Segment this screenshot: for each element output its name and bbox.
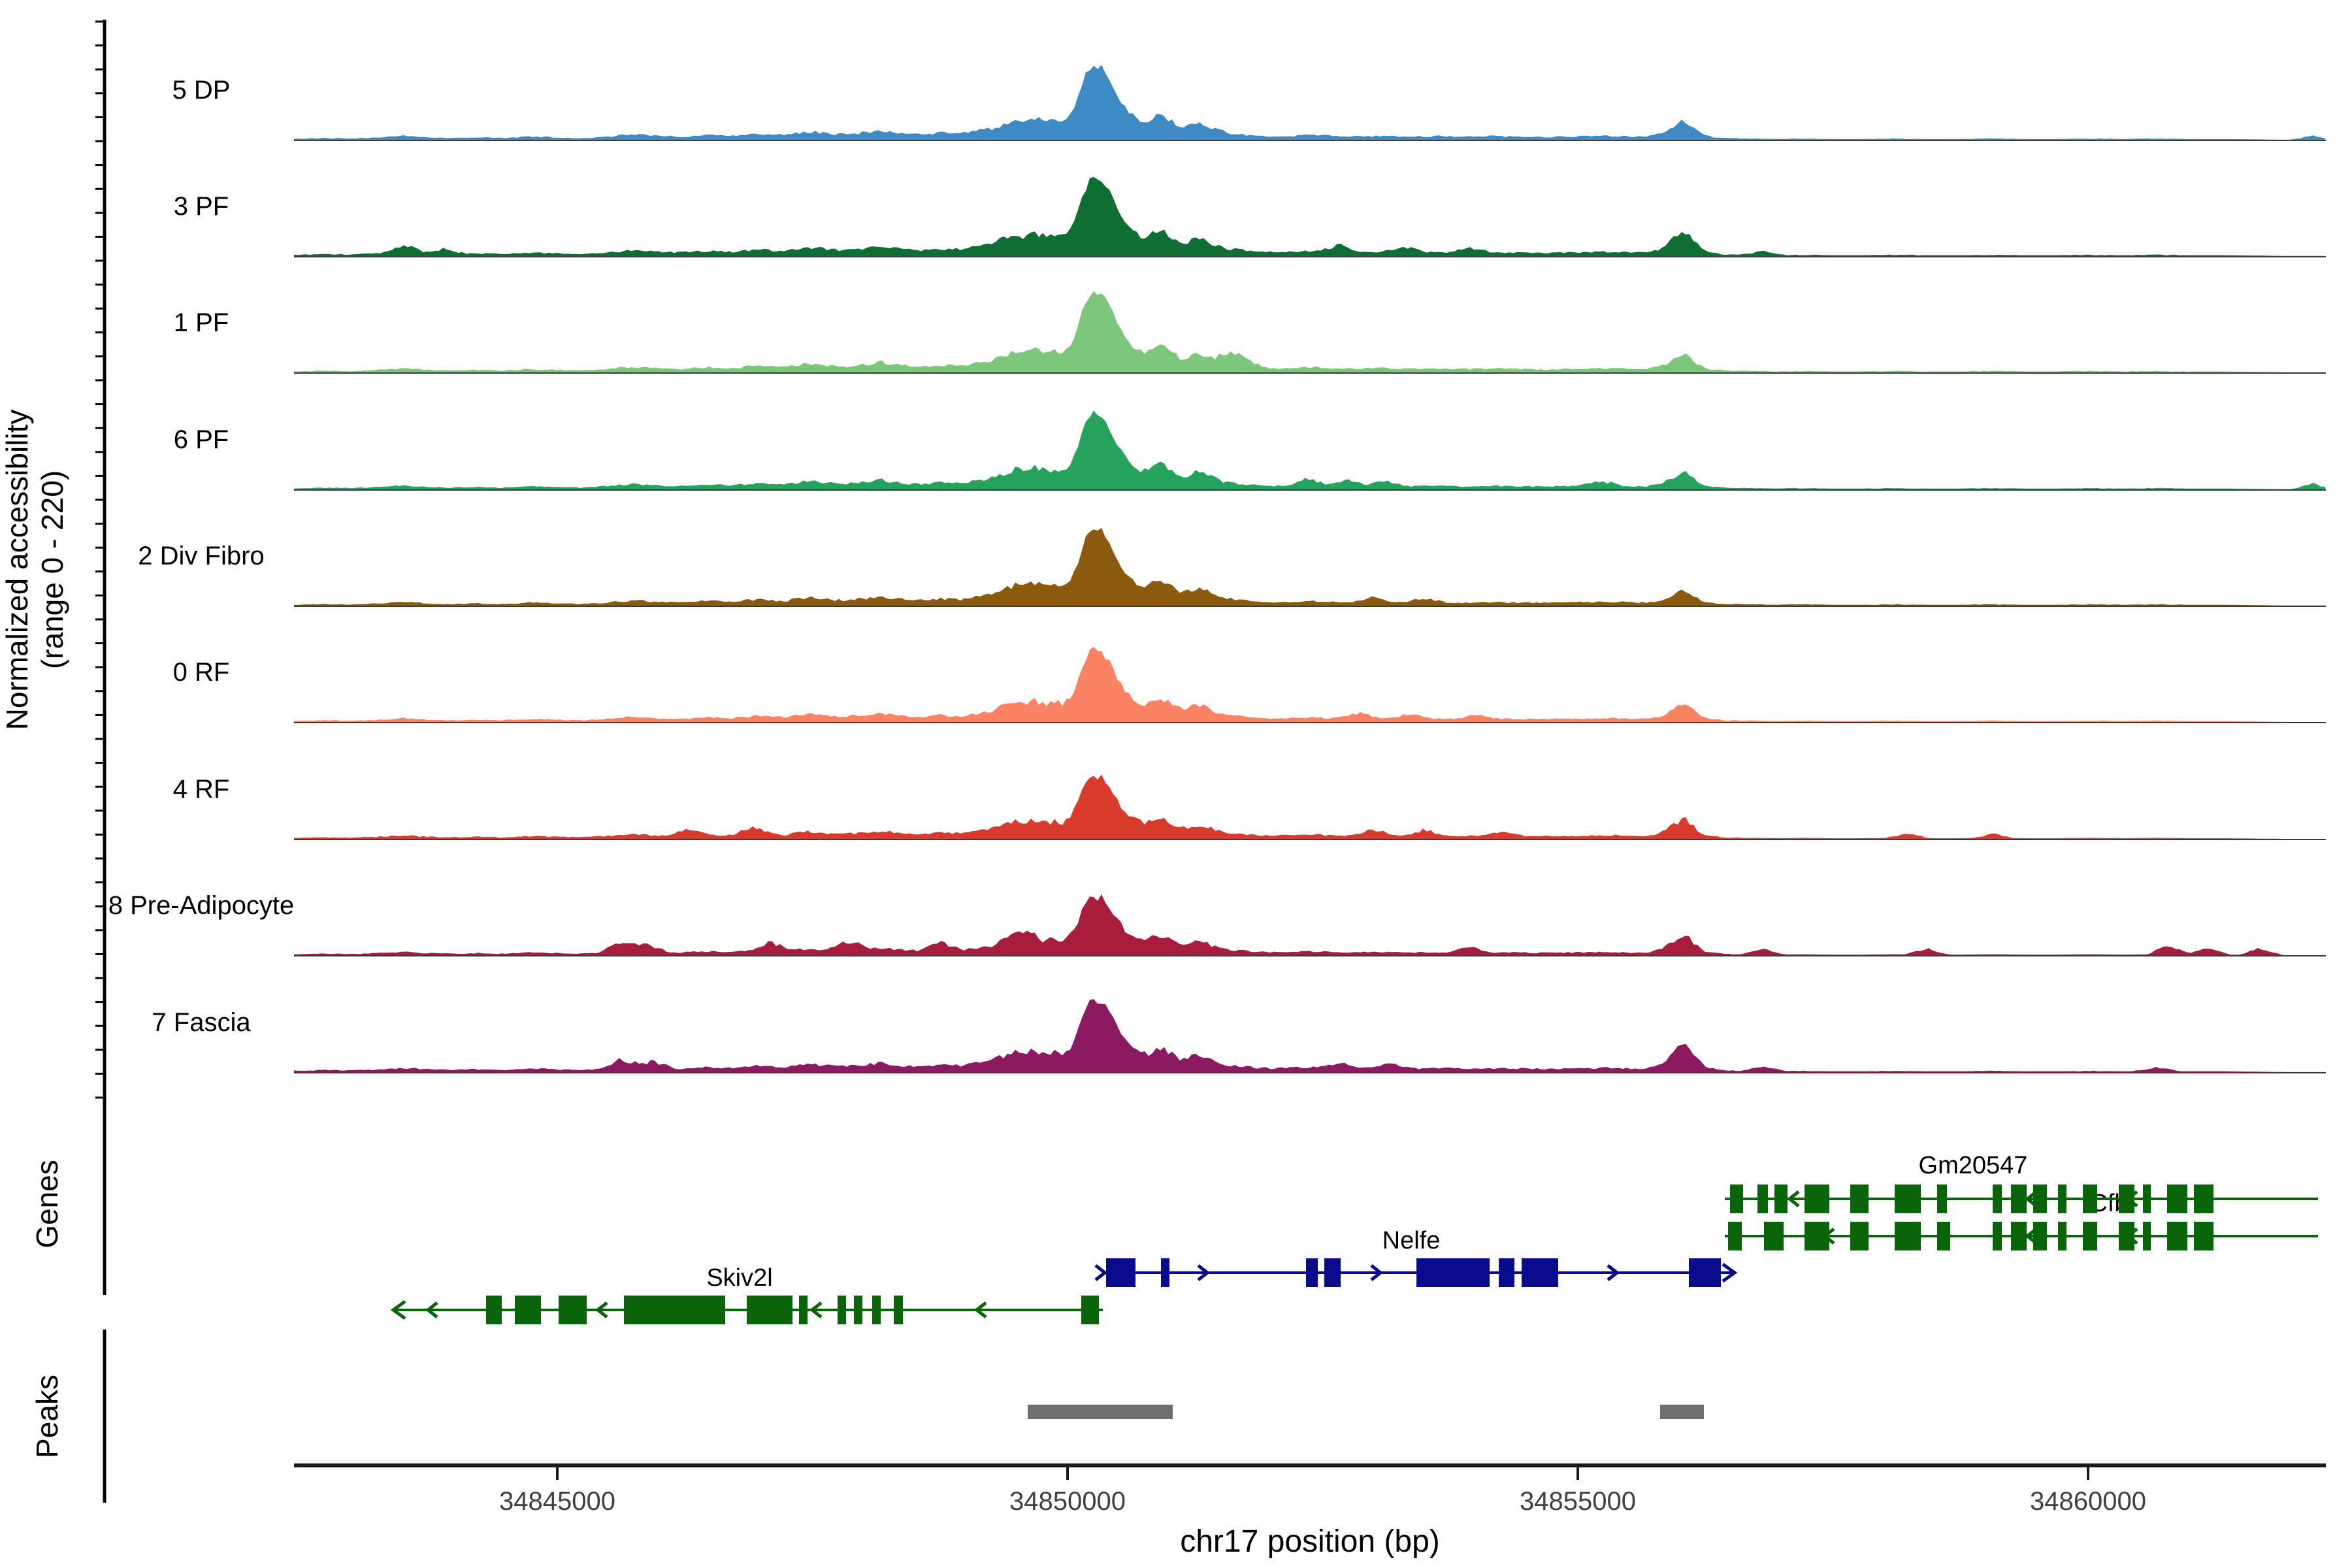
coverage-area-track-3 <box>294 411 2326 491</box>
track-label: 5 DP <box>172 76 231 105</box>
coverage-area-track-7 <box>294 894 2326 956</box>
x-axis-title: chr17 position (bp) <box>1180 1524 1440 1559</box>
gene-exon-Gm20547 <box>2058 1184 2066 1213</box>
gene-exon-Gm20547 <box>1895 1184 1921 1213</box>
peak-bar <box>1660 1405 1704 1419</box>
gene-exon-Nelfe <box>1306 1258 1318 1287</box>
track-label: 6 PF <box>174 425 229 454</box>
gene-exon-Nelfe <box>1161 1258 1169 1287</box>
coverage-area-track-2 <box>294 291 2326 373</box>
gene-exon-Cfb <box>1937 1222 1950 1250</box>
coverage-area-track-8 <box>294 999 2326 1073</box>
gene-exon-Gm20547 <box>2083 1184 2097 1213</box>
gene-exon-Nelfe <box>1324 1258 1341 1287</box>
gene-exon-Gm20547 <box>1993 1184 2002 1213</box>
gene-exon-Cfb <box>1728 1222 1742 1250</box>
gene-exon-Skiv2l <box>872 1296 881 1324</box>
gene-exon-Nelfe <box>1499 1258 1514 1287</box>
gene-exon-Skiv2l <box>838 1296 846 1324</box>
coverage-plot-figure: 5 DP 3 PF 1 PF 6 PF 2 Div Fibro 0 RF 4 RF 8 Pre… <box>0 0 2352 1568</box>
track-label: 0 RF <box>173 658 230 687</box>
gene-exon-Cfb <box>2083 1222 2097 1250</box>
gene-exon-Skiv2l <box>624 1296 725 1324</box>
gene-exon-Cfb <box>2194 1222 2213 1250</box>
gene-exon-Gm20547 <box>1805 1184 1829 1213</box>
x-axis-tick-label: 34860000 <box>2030 1487 2146 1516</box>
gene-label: Nelfe <box>1382 1227 1441 1254</box>
gene-exon-Nelfe <box>1416 1258 1490 1287</box>
coverage-area-track-0 <box>294 65 2326 140</box>
gene-exon-Cfb <box>1850 1222 1869 1250</box>
gene-exon-Cfb <box>1764 1222 1784 1250</box>
gene-exon-Gm20547 <box>1850 1184 1869 1213</box>
gene-exon-Skiv2l <box>747 1296 792 1324</box>
x-axis-tick-label: 34845000 <box>499 1487 615 1516</box>
track-label: 3 PF <box>174 192 229 221</box>
gene-exon-Gm20547 <box>2194 1184 2213 1213</box>
gene-exon-Cfb <box>2033 1222 2047 1250</box>
gene-exon-Cfb <box>1993 1222 2002 1250</box>
gene-exon-Gm20547 <box>2167 1184 2187 1213</box>
coverage-area-track-1 <box>294 177 2326 257</box>
gene-exon-Skiv2l <box>559 1296 587 1324</box>
track-label: 8 Pre-Adipocyte <box>108 891 295 920</box>
coverage-area-track-4 <box>294 528 2326 606</box>
gene-exon-Gm20547 <box>1757 1184 1768 1213</box>
gene-exon-Skiv2l <box>515 1296 541 1324</box>
peaks-section-label: Peaks <box>30 1375 64 1458</box>
y-axis-label-line1: Normalized accessibility <box>0 410 34 730</box>
track-label: 7 Fascia <box>152 1008 251 1037</box>
gene-exon-Cfb <box>2011 1222 2027 1250</box>
y-axis-label-line2: (range 0 - 220) <box>35 470 69 669</box>
gene-strand-chevron <box>1096 1266 1105 1280</box>
coverage-area-track-6 <box>294 775 2326 840</box>
genome-tracks-svg: 5 DP 3 PF 1 PF 6 PF 2 Div Fibro 0 RF 4 RF 8 Pre… <box>0 0 2352 1568</box>
gene-exon-Cfb <box>2058 1222 2066 1250</box>
gene-exon-Cfb <box>1895 1222 1921 1250</box>
gene-exon-Cfb <box>2143 1222 2151 1250</box>
gene-exon-Gm20547 <box>1937 1184 1947 1213</box>
gene-exon-Gm20547 <box>1774 1184 1788 1213</box>
gene-label: Gm20547 <box>1919 1152 2028 1179</box>
gene-exon-Nelfe <box>1522 1258 1558 1287</box>
track-label: 1 PF <box>174 308 229 337</box>
gene-exon-Skiv2l <box>894 1296 903 1324</box>
track-label: 2 Div Fibro <box>138 542 264 570</box>
gene-exon-Nelfe <box>1689 1258 1721 1287</box>
gene-exon-Gm20547 <box>2011 1184 2027 1213</box>
peak-bar <box>1028 1405 1173 1419</box>
gene-label: Skiv2l <box>706 1264 772 1292</box>
gene-exon-Nelfe <box>1106 1258 1135 1287</box>
gene-exon-Skiv2l <box>854 1296 862 1324</box>
gene-exon-Gm20547 <box>1730 1184 1743 1213</box>
gene-exon-Gm20547 <box>2143 1184 2151 1213</box>
gene-exon-Skiv2l <box>799 1296 808 1324</box>
track-label: 4 RF <box>173 775 230 804</box>
gene-exon-Skiv2l <box>486 1296 502 1324</box>
gene-exon-Skiv2l <box>1081 1296 1099 1324</box>
x-axis-tick-label: 34855000 <box>1520 1487 1636 1516</box>
coverage-area-track-5 <box>294 647 2326 723</box>
gene-exon-Cfb <box>2167 1222 2187 1250</box>
gene-exon-Gm20547 <box>2033 1184 2047 1213</box>
genes-section-label: Genes <box>30 1160 64 1249</box>
x-axis-tick-label: 34850000 <box>1009 1487 1126 1516</box>
